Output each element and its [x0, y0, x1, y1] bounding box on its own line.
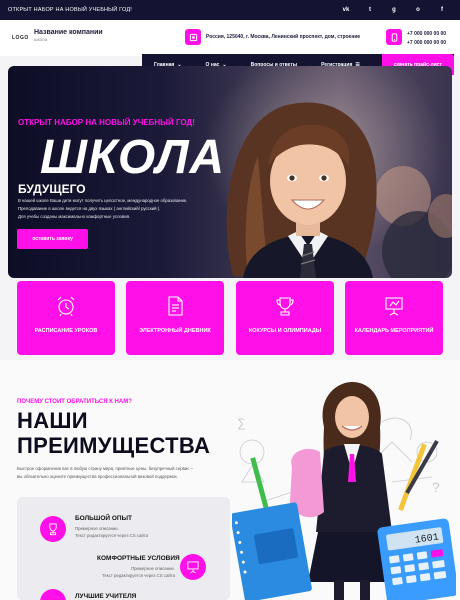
location-icon	[185, 29, 201, 45]
phone-number-1[interactable]: +7 000 000 00 00	[407, 30, 446, 39]
advantage-text: Примерное описание. Текст редактируется …	[75, 526, 149, 538]
hero-kicker: ОТКРЫТ НАБОР НА НОВЫЙ УЧЕБНЫЙ ГОД!	[18, 118, 195, 127]
hero-description: В нашей школе Ваши дети могут получить ц…	[18, 198, 188, 219]
card-schedule[interactable]: РАСПИСАНИЕ УРОКОВ	[17, 281, 115, 355]
top-bar: ОТКРЫТ НАБОР НА НОВЫЙ УЧЕБНЫЙ ГОД! vk t …	[0, 0, 460, 20]
company-subtitle: школа	[34, 37, 48, 42]
trophy-icon	[276, 297, 294, 316]
advantage-title: КОМФОРТНЫЕ УСЛОВИЯ	[97, 555, 180, 562]
hero-photo	[226, 102, 452, 278]
logo[interactable]: LOGO	[12, 35, 29, 41]
card-label: РАСПИСАНИЕ УРОКОВ	[34, 328, 98, 334]
hero-subtitle: БУДУЩЕГО	[18, 182, 86, 196]
odnoklassniki-icon[interactable]: o	[414, 7, 422, 13]
card-label: КОКУРСЫ И ОЛИМПИАДЫ	[248, 328, 322, 334]
site-header: LOGO Название компании школа Россия, 125…	[0, 20, 460, 56]
alarm-clock-icon	[57, 296, 75, 317]
leave-request-button[interactable]: оставить заявку	[17, 229, 88, 249]
phone-icon	[386, 29, 402, 45]
hero-banner: ОТКРЫТ НАБОР НА НОВЫЙ УЧЕБНЫЙ ГОД! ШКОЛА…	[8, 66, 452, 278]
card-olympiads[interactable]: КОКУРСЫ И ОЛИМПИАДЫ	[236, 281, 334, 355]
card-label: ЭЛЕКТРОННЫЙ ДНЕВНИК	[139, 328, 211, 334]
facebook-icon[interactable]: f	[438, 7, 446, 13]
phone-numbers: +7 000 000 00 00 +7 000 000 00 00	[407, 30, 446, 48]
twitter-icon[interactable]: t	[366, 7, 374, 13]
card-diary[interactable]: ЭЛЕКТРОННЫЙ ДНЕВНИК	[126, 281, 224, 355]
advantages-title-line2: ПРЕИМУЩЕСТВА	[17, 433, 211, 458]
presentation-board-icon	[180, 554, 206, 580]
advantage-title: ЛУЧШИЕ УЧИТЕЛЯ	[75, 593, 137, 600]
card-calendar[interactable]: КАЛЕНДАРЬ МЕРОПРИЯТИЙ	[345, 281, 443, 355]
document-icon	[168, 296, 183, 316]
google-icon[interactable]: g	[390, 7, 398, 13]
address-text: Россия, 125040, г. Москва, Ленинский про…	[206, 34, 361, 40]
vk-icon[interactable]: vk	[342, 7, 350, 13]
presentation-board-icon	[385, 297, 403, 316]
trophy-icon	[40, 516, 66, 542]
card-label: КАЛЕНДАРЬ МЕРОПРИЯТИЙ	[354, 328, 434, 334]
advantage-title: БОЛЬШОЙ ОПЫТ	[75, 515, 132, 522]
company-name: Название компании	[34, 29, 103, 36]
person-icon	[40, 589, 66, 600]
svg-text:?: ?	[432, 479, 440, 495]
advantages-kicker: ПОЧЕМУ СТОИТ ОБРАТИТЬСЯ К НАМ?	[17, 399, 132, 405]
company-block: Название компании школа	[34, 29, 103, 42]
hero-title: ШКОЛА	[40, 131, 226, 184]
feature-cards: РАСПИСАНИЕ УРОКОВ ЭЛЕКТРОННЫЙ ДНЕВНИК КО…	[17, 281, 443, 355]
student-illustration: ? ∑ 1601	[232, 382, 456, 600]
social-links: vk t g o f	[342, 7, 446, 13]
phone-number-2[interactable]: +7 000 000 00 00	[407, 39, 446, 48]
advantage-text: Примерное описание. Текст редактируется …	[102, 566, 176, 578]
advantages-list: БОЛЬШОЙ ОПЫТ Примерное описание. Текст р…	[17, 497, 230, 600]
svg-text:∑: ∑	[237, 416, 246, 430]
advantages-title-line1: НАШИ	[17, 408, 88, 433]
top-announcement: ОТКРЫТ НАБОР НА НОВЫЙ УЧЕБНЫЙ ГОД!	[8, 7, 133, 13]
advantages-description: Быстрое оформление вас в любую страну ми…	[17, 466, 194, 479]
